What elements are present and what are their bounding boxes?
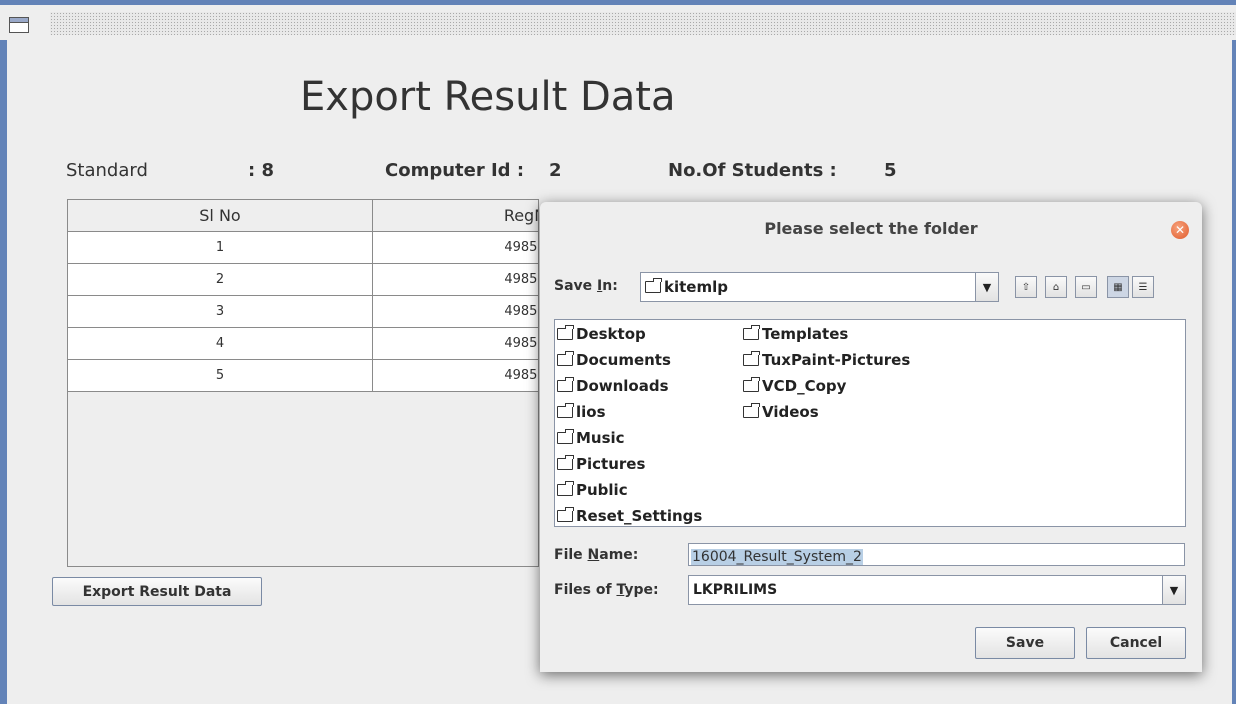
folder-icon: [743, 325, 760, 340]
folder-icon: [557, 377, 574, 392]
page-title: Export Result Data: [300, 74, 676, 120]
titlebar-pattern[interactable]: [50, 12, 1236, 35]
list-item[interactable]: Documents: [557, 351, 671, 369]
folder-icon: [743, 403, 760, 418]
folder-icon: [557, 481, 574, 496]
list-item[interactable]: lios: [557, 403, 606, 421]
list-item[interactable]: TuxPaint-Pictures: [743, 351, 910, 369]
new-folder-icon[interactable]: ▭: [1075, 276, 1097, 298]
file-type-label: Files of Type:: [554, 582, 659, 598]
folder-icon: [743, 351, 760, 366]
list-item[interactable]: Pictures: [557, 455, 645, 473]
window-border-left: [0, 40, 7, 704]
details-view-icon[interactable]: ☰: [1132, 276, 1154, 298]
result-table[interactable]: Sl No RegN 1 49850 2 49851 3 49852 4 498…: [67, 199, 539, 567]
window-titlebar: [0, 0, 1236, 40]
standard-value: : 8: [248, 160, 274, 181]
file-type-value: LKPRILIMS: [693, 582, 778, 598]
table-cell-regno[interactable]: 49854: [373, 360, 538, 392]
table-cell-sl-no[interactable]: 1: [68, 232, 373, 264]
file-name-label: File Name:: [554, 547, 639, 563]
file-list[interactable]: Desktop Documents Downloads lios Music P…: [554, 319, 1186, 527]
save-in-combo[interactable]: kitemlp ▼: [640, 272, 999, 302]
dropdown-arrow-icon[interactable]: ▼: [975, 273, 998, 301]
window-border-right: [1232, 40, 1236, 704]
folder-icon: [743, 377, 760, 392]
list-item[interactable]: Reset_Settings: [557, 507, 702, 525]
table-row[interactable]: 3 49852: [68, 296, 538, 328]
standard-label: Standard: [66, 160, 148, 181]
home-icon[interactable]: ⌂: [1045, 276, 1067, 298]
list-item[interactable]: Music: [557, 429, 625, 447]
computer-id-value: 2: [549, 160, 562, 181]
table-header: Sl No RegN: [68, 200, 538, 232]
file-type-combo[interactable]: LKPRILIMS ▼: [688, 575, 1186, 605]
table-cell-regno[interactable]: 49852: [373, 296, 538, 328]
table-cell-regno[interactable]: 49850: [373, 232, 538, 264]
folder-icon: [557, 429, 574, 444]
export-result-data-button[interactable]: Export Result Data: [52, 577, 262, 606]
students-label: No.Of Students :: [668, 160, 837, 181]
table-row[interactable]: 5 49854: [68, 360, 538, 392]
students-value: 5: [884, 160, 897, 181]
list-view-icon[interactable]: ▦: [1107, 276, 1129, 298]
save-in-label: Save In:: [554, 278, 618, 294]
dropdown-arrow-icon[interactable]: ▼: [1162, 576, 1185, 604]
file-name-input[interactable]: 16004_Result_System_2: [688, 543, 1185, 566]
table-cell-sl-no[interactable]: 2: [68, 264, 373, 296]
column-header-sl-no[interactable]: Sl No: [68, 200, 373, 232]
save-button[interactable]: Save: [975, 627, 1075, 659]
folder-icon: [645, 278, 662, 293]
list-item[interactable]: Videos: [743, 403, 819, 421]
list-item[interactable]: Downloads: [557, 377, 669, 395]
folder-icon: [557, 351, 574, 366]
list-item[interactable]: Public: [557, 481, 628, 499]
table-row[interactable]: 1 49850: [68, 232, 538, 264]
table-cell-sl-no[interactable]: 4: [68, 328, 373, 360]
cancel-button[interactable]: Cancel: [1086, 627, 1186, 659]
folder-chooser-dialog: Please select the folder ✕ Save In: kite…: [540, 202, 1202, 672]
dialog-title: Please select the folder: [764, 218, 978, 238]
folder-icon: [557, 507, 574, 522]
table-cell-regno[interactable]: 49851: [373, 264, 538, 296]
folder-icon: [557, 455, 574, 470]
folder-icon: [557, 403, 574, 418]
save-in-value: kitemlp: [664, 278, 728, 296]
table-cell-sl-no[interactable]: 5: [68, 360, 373, 392]
list-item[interactable]: Desktop: [557, 325, 646, 343]
list-item[interactable]: VCD_Copy: [743, 377, 846, 395]
table-cell-sl-no[interactable]: 3: [68, 296, 373, 328]
file-name-value: 16004_Result_System_2: [691, 549, 863, 565]
table-row[interactable]: 2 49851: [68, 264, 538, 296]
window-icon[interactable]: [9, 17, 29, 33]
up-folder-icon[interactable]: ⇧: [1015, 276, 1037, 298]
list-item[interactable]: Templates: [743, 325, 848, 343]
computer-id-label: Computer Id :: [385, 160, 525, 181]
close-icon[interactable]: ✕: [1171, 221, 1189, 239]
table-cell-regno[interactable]: 49853: [373, 328, 538, 360]
table-row[interactable]: 4 49853: [68, 328, 538, 360]
titlebar-accent: [0, 0, 1236, 5]
folder-icon: [557, 325, 574, 340]
column-header-regno[interactable]: RegN: [373, 200, 538, 232]
